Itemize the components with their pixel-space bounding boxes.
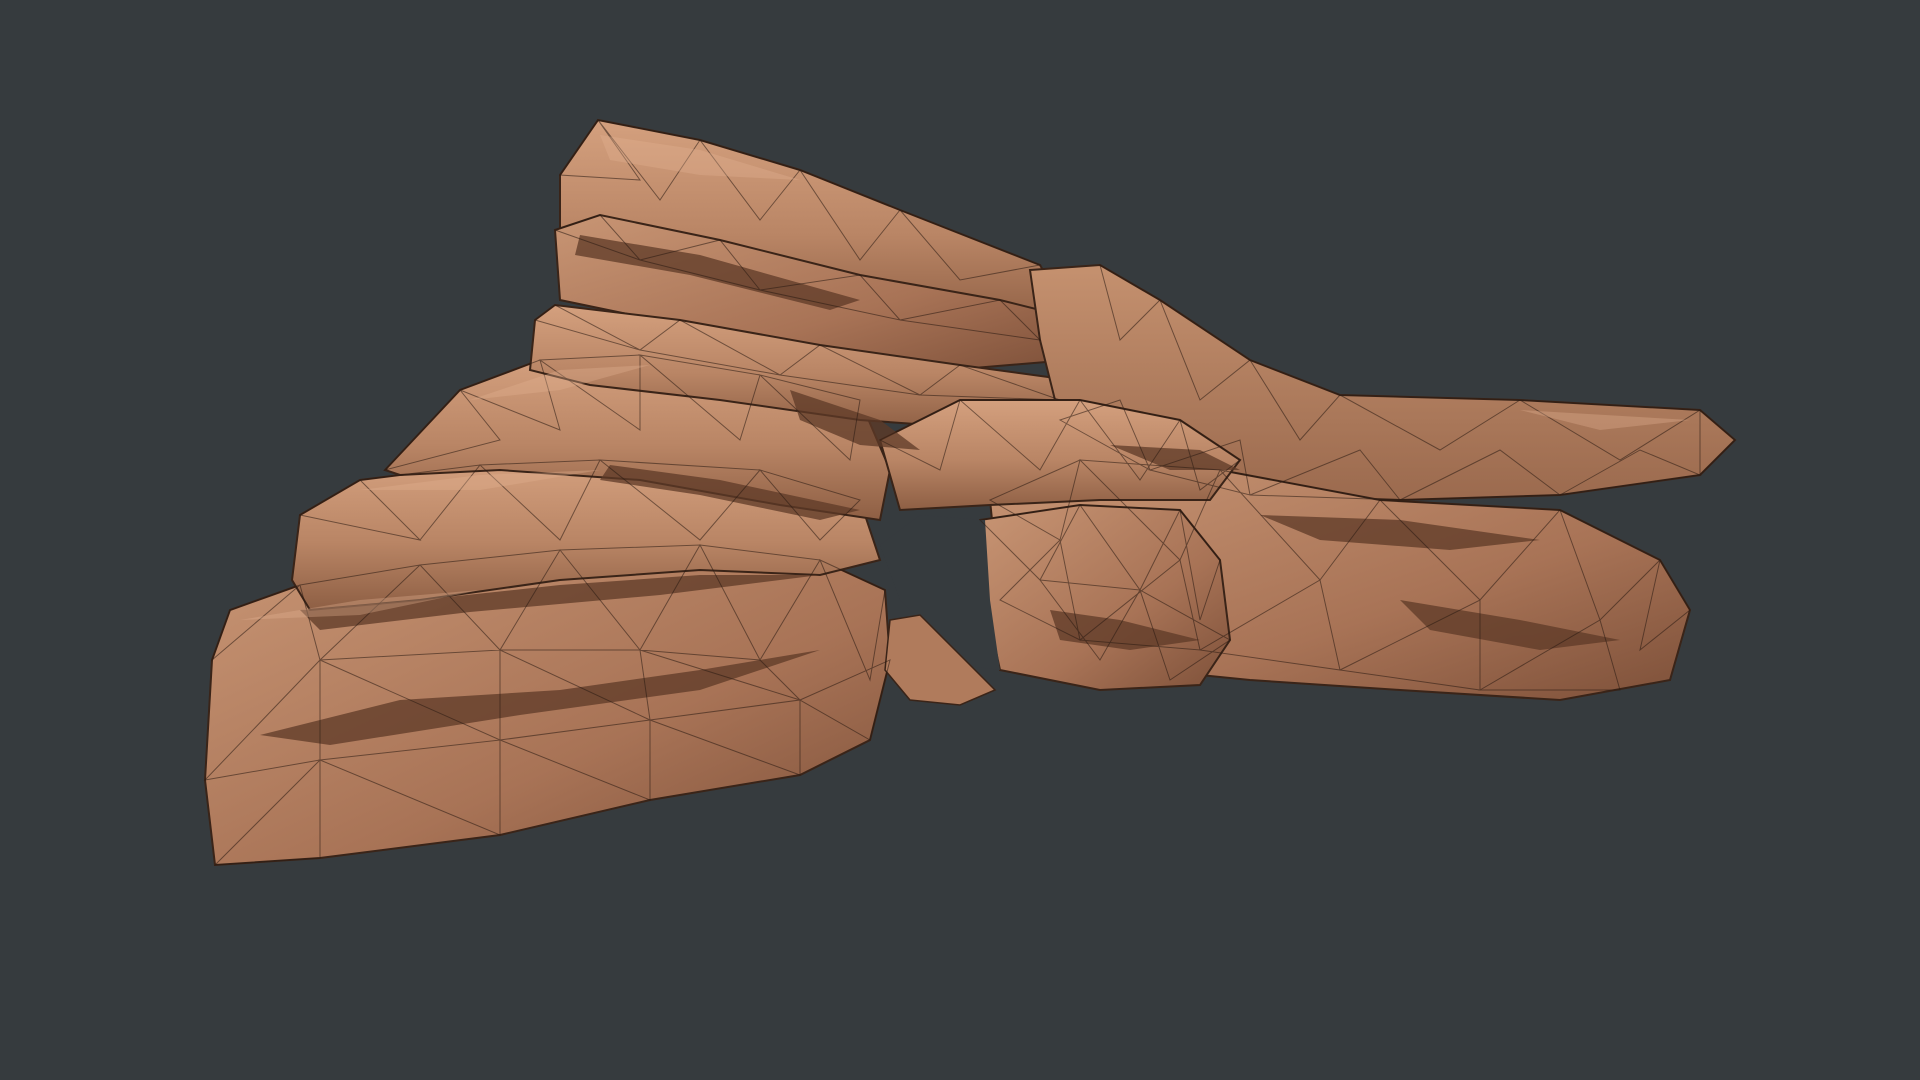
3d-viewport[interactable] [0,0,1920,1080]
rock-model[interactable] [0,0,1920,1080]
